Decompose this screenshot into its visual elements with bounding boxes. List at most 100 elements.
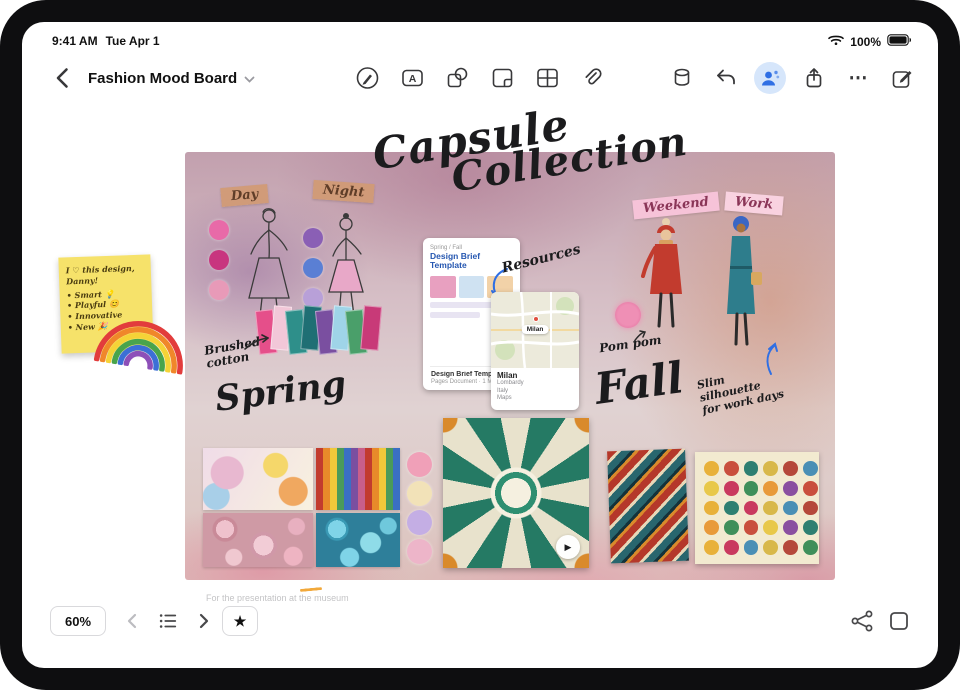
fashion-figure-work[interactable] — [711, 214, 771, 359]
color-swatch — [744, 540, 759, 555]
arrow-sketch[interactable] — [243, 332, 269, 352]
clock: 9:41 AM — [52, 34, 98, 48]
svg-text:A: A — [409, 73, 417, 85]
color-swatch — [783, 481, 798, 496]
document-title-menu[interactable]: Fashion Mood Board — [88, 70, 255, 87]
season-label-spring[interactable]: Spring — [213, 366, 348, 418]
board-caption[interactable]: For the presentation at the museum — [206, 593, 349, 603]
arrow-sketch[interactable] — [631, 330, 647, 344]
color-swatch — [360, 305, 382, 350]
map-pin-label: Milan — [522, 325, 549, 334]
table-tool-icon[interactable] — [532, 62, 564, 94]
play-icon: ▶ — [565, 542, 572, 553]
map-footer: Milan Lombardy Italy Maps — [491, 368, 579, 406]
tile-pattern-video[interactable]: ▶ — [443, 418, 589, 568]
color-swatch — [303, 228, 323, 248]
wifi-icon — [828, 34, 844, 49]
color-dot-column[interactable] — [209, 220, 229, 310]
color-swatch — [724, 520, 739, 535]
color-swatch — [724, 461, 739, 476]
undo-icon[interactable] — [710, 62, 742, 94]
previous-board-button[interactable] — [118, 607, 146, 635]
text-tool-icon[interactable]: A — [397, 62, 429, 94]
color-swatch — [704, 481, 719, 496]
color-swatch — [763, 481, 778, 496]
highlight-mark[interactable] — [300, 587, 322, 592]
toolbar: Fashion Mood Board A — [22, 58, 938, 98]
star-icon: ★ — [234, 613, 247, 630]
status-left: 9:41 AM Tue Apr 1 — [52, 34, 160, 48]
attachment-tool-icon[interactable] — [577, 62, 609, 94]
color-swatch — [724, 481, 739, 496]
color-swatch — [704, 520, 719, 535]
back-button[interactable] — [46, 62, 78, 94]
share-icon[interactable] — [798, 62, 830, 94]
pom-swatch[interactable] — [615, 302, 641, 328]
photo-collage[interactable] — [203, 448, 400, 567]
more-icon[interactable]: ⋯ — [842, 62, 874, 94]
color-swatch — [803, 520, 818, 535]
map-card[interactable]: Milan Milan Lombardy Italy Maps — [491, 292, 579, 410]
play-button[interactable]: ▶ — [556, 535, 580, 559]
season-label-fall[interactable]: Fall — [592, 356, 686, 413]
chevron-down-icon — [244, 70, 255, 87]
connect-diagram-icon[interactable] — [848, 607, 876, 635]
color-swatch — [724, 540, 739, 555]
board-list-icon[interactable] — [154, 607, 182, 635]
color-swatch — [783, 501, 798, 516]
color-swatch — [209, 220, 229, 240]
toolbar-actions: ⋯ — [666, 58, 918, 98]
toolbar-tools: A — [352, 58, 609, 98]
map-city: Milan — [497, 371, 573, 380]
star-button[interactable]: ★ — [222, 606, 258, 636]
blue-arrow-sketch[interactable] — [761, 342, 781, 376]
sticky-note-tool-icon[interactable] — [487, 62, 519, 94]
new-board-icon[interactable] — [886, 62, 918, 94]
photo-abstract-pastel[interactable] — [203, 448, 313, 510]
toolbar-left: Fashion Mood Board — [46, 58, 255, 98]
mood-board-canvas[interactable]: Day Night Weekend Work — [185, 152, 835, 580]
tape-label-night[interactable]: Night — [312, 180, 375, 203]
color-swatch — [763, 520, 778, 535]
color-dot-column[interactable] — [407, 452, 432, 568]
color-swatch — [407, 481, 432, 506]
color-swatch — [704, 540, 719, 555]
fabric-swatches[interactable] — [257, 308, 380, 352]
color-swatch — [763, 461, 778, 476]
map-pin — [533, 316, 539, 322]
color-swatch — [744, 461, 759, 476]
photo-blue-candies[interactable] — [316, 513, 400, 567]
color-swatch — [783, 540, 798, 555]
status-right: 100% — [828, 34, 912, 49]
ipad-frame: 9:41 AM Tue Apr 1 100% — [0, 0, 960, 690]
tape-label-day[interactable]: Day — [220, 184, 269, 207]
dot-pattern-swatch[interactable] — [695, 452, 819, 564]
photo-roses[interactable] — [203, 513, 313, 567]
color-swatch — [744, 520, 759, 535]
rainbow-drawing[interactable] — [92, 303, 193, 380]
color-swatch — [763, 501, 778, 516]
date: Tue Apr 1 — [106, 34, 160, 48]
color-swatch — [209, 280, 229, 300]
color-swatch — [803, 481, 818, 496]
next-board-button[interactable] — [190, 607, 218, 635]
shapes-tool-icon[interactable] — [442, 62, 474, 94]
color-swatch — [803, 540, 818, 555]
collaboration-icon[interactable] — [754, 62, 786, 94]
screen: 9:41 AM Tue Apr 1 100% — [22, 22, 938, 668]
color-swatch — [407, 452, 432, 477]
zigzag-pattern-swatch[interactable] — [607, 449, 689, 564]
color-swatch — [783, 461, 798, 476]
map-country: Italy — [497, 388, 573, 396]
fashion-figure-weekend[interactable] — [633, 216, 698, 346]
color-swatch — [783, 520, 798, 535]
draw-tool-icon[interactable] — [352, 62, 384, 94]
fit-view-icon[interactable] — [885, 607, 913, 635]
tape-label-work[interactable]: Work — [724, 192, 784, 216]
color-swatch — [209, 250, 229, 270]
color-swatch — [763, 540, 778, 555]
color-swatch — [407, 539, 432, 564]
photo-rainbow-stripes[interactable] — [316, 448, 400, 510]
zoom-button[interactable]: 60% — [50, 606, 106, 636]
sticky-line: Danny! — [66, 273, 144, 287]
